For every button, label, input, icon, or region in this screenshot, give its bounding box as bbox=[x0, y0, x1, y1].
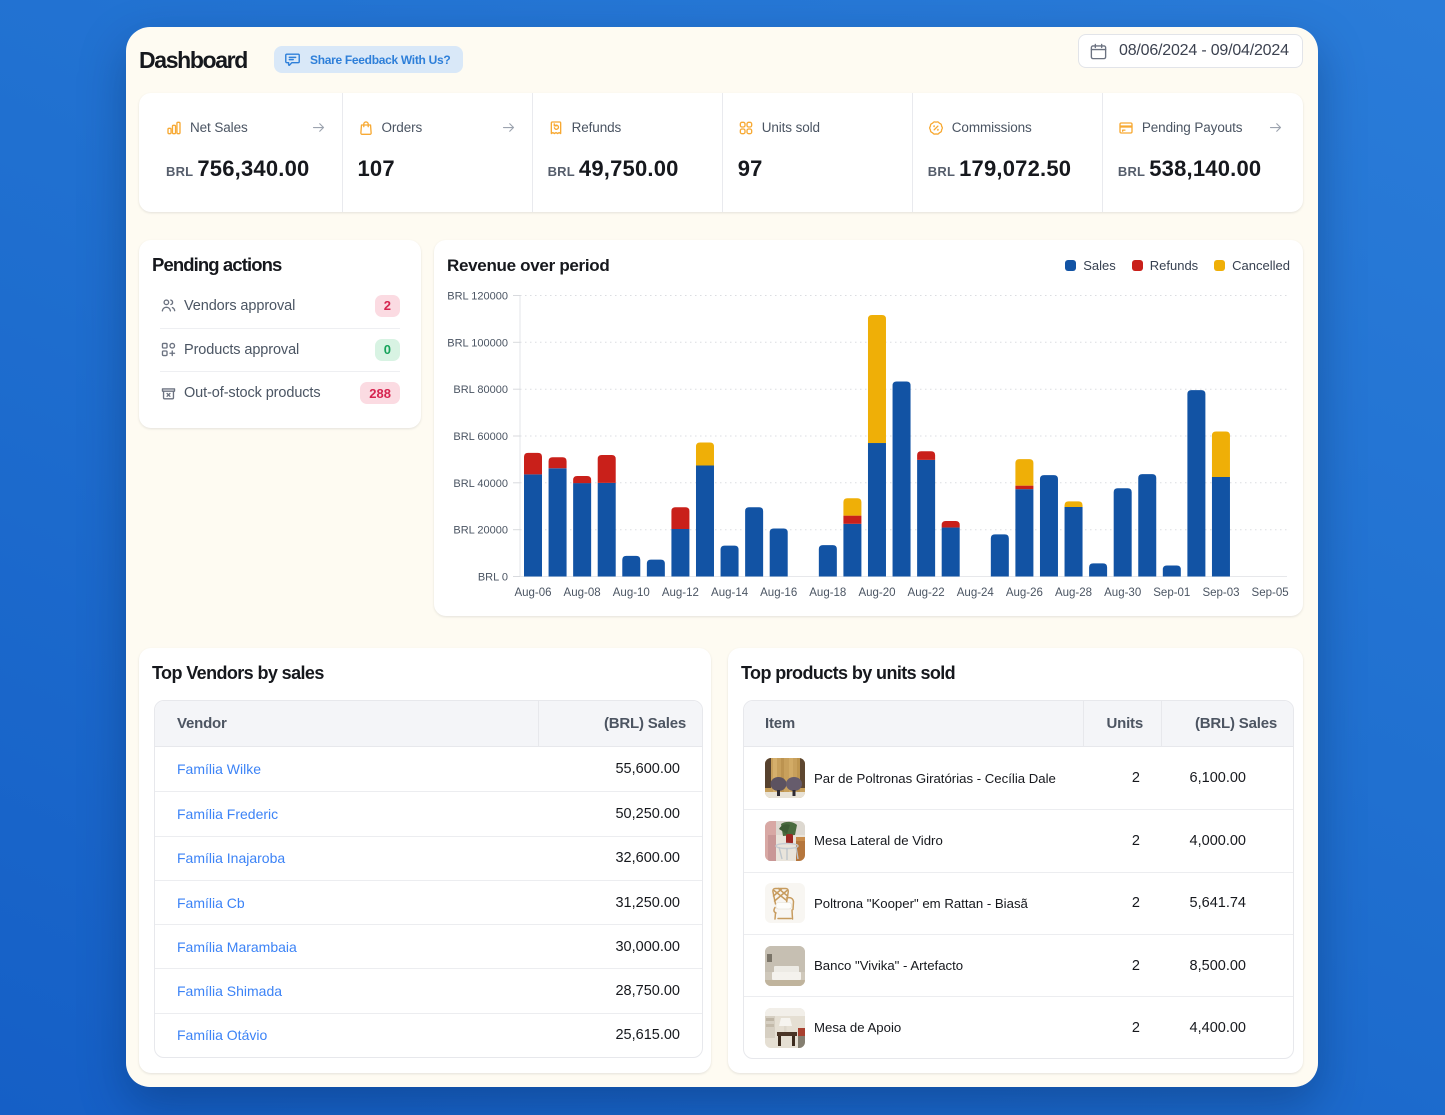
svg-text:BRL 80000: BRL 80000 bbox=[453, 384, 508, 396]
svg-text:BRL 120000: BRL 120000 bbox=[447, 291, 508, 303]
svg-text:Aug-20: Aug-20 bbox=[858, 587, 895, 599]
svg-text:Aug-24: Aug-24 bbox=[957, 587, 995, 599]
svg-text:Aug-06: Aug-06 bbox=[514, 587, 551, 599]
svg-text:Aug-14: Aug-14 bbox=[711, 587, 749, 599]
svg-text:Aug-12: Aug-12 bbox=[662, 587, 699, 599]
svg-text:Aug-08: Aug-08 bbox=[564, 587, 601, 599]
svg-text:BRL 20000: BRL 20000 bbox=[453, 525, 508, 537]
svg-text:BRL 60000: BRL 60000 bbox=[453, 431, 508, 443]
svg-text:Aug-18: Aug-18 bbox=[809, 587, 846, 599]
svg-text:Sep-01: Sep-01 bbox=[1153, 587, 1190, 599]
svg-text:BRL 100000: BRL 100000 bbox=[447, 337, 508, 349]
svg-text:Sep-05: Sep-05 bbox=[1252, 587, 1289, 599]
svg-text:Aug-26: Aug-26 bbox=[1006, 587, 1043, 599]
svg-text:Aug-10: Aug-10 bbox=[613, 587, 650, 599]
svg-text:BRL 0: BRL 0 bbox=[478, 572, 508, 584]
svg-text:Aug-22: Aug-22 bbox=[908, 587, 945, 599]
svg-text:Aug-28: Aug-28 bbox=[1055, 587, 1092, 599]
svg-text:Sep-03: Sep-03 bbox=[1202, 587, 1239, 599]
svg-text:Aug-30: Aug-30 bbox=[1104, 587, 1141, 599]
svg-text:BRL 40000: BRL 40000 bbox=[453, 478, 508, 490]
svg-text:Aug-16: Aug-16 bbox=[760, 587, 797, 599]
